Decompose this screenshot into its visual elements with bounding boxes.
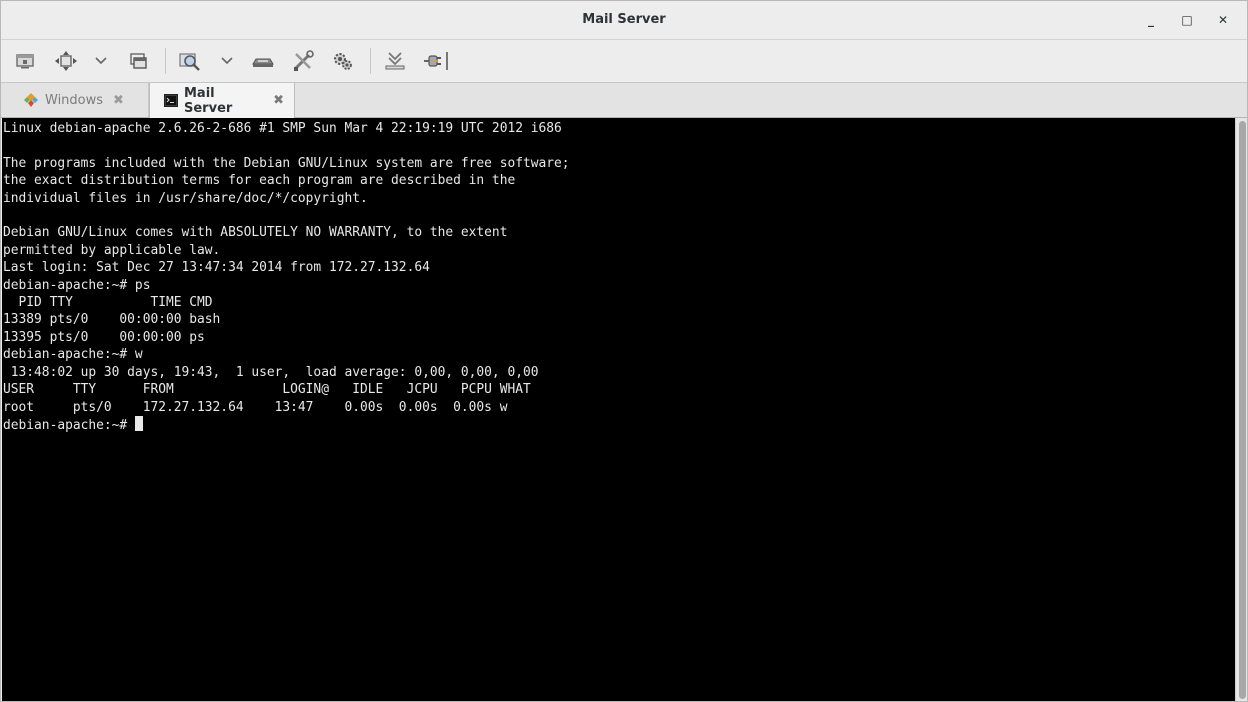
keyboard-icon[interactable]	[251, 50, 275, 72]
shell-prompt: debian-apache:~#	[3, 417, 135, 433]
tab-label: Mail Server	[184, 85, 233, 116]
text-cursor	[134, 415, 143, 431]
terminal-icon	[164, 94, 178, 107]
scrollbar-thumb[interactable]	[1239, 121, 1246, 699]
application-window: Mail Server _ □ ✕ Windows ✖ Mail Server …	[0, 0, 1248, 702]
windows-icon[interactable]	[127, 50, 149, 72]
download-icon[interactable]	[383, 50, 407, 72]
terminal-line: root pts/0 172.27.132.64 13:47 0.00s 0.0…	[3, 399, 508, 415]
toolbar-separator	[370, 48, 371, 74]
terminal-line: permitted by applicable law.	[3, 242, 221, 258]
plug-icon[interactable]	[421, 50, 451, 72]
tab-mail-server[interactable]: Mail Server ✖	[149, 83, 295, 118]
terminal-line: PID TTY TIME CMD	[3, 295, 213, 311]
move-arrows-icon[interactable]	[53, 50, 79, 72]
terminal-line: 13389 pts/0 00:00:00 bash	[3, 312, 221, 328]
title-bar[interactable]: Mail Server _ □ ✕	[1, 1, 1247, 40]
terminal-scrollbar[interactable]	[1235, 118, 1247, 701]
chevron-down-icon[interactable]	[219, 50, 235, 72]
windows-diamond-icon	[23, 92, 39, 108]
tab-bar: Windows ✖ Mail Server ✖	[1, 83, 1247, 118]
tab-close-icon[interactable]: ✖	[273, 93, 284, 108]
terminal-line: Linux debian-apache 2.6.26-2-686 #1 SMP …	[3, 121, 562, 136]
chevron-down-icon[interactable]	[93, 50, 109, 72]
terminal-text: Linux debian-apache 2.6.26-2-686 #1 SMP …	[3, 121, 570, 415]
terminal-output: Linux debian-apache 2.6.26-2-686 #1 SMP …	[2, 118, 1235, 434]
terminal-line: debian-apache:~# w	[3, 347, 143, 363]
terminal-line: USER TTY FROM LOGIN@ IDLE JCPU PCPU WHAT	[3, 382, 531, 398]
terminal-line: debian-apache:~# ps	[3, 277, 151, 293]
maximize-button[interactable]: □	[1169, 6, 1205, 34]
minimize-button[interactable]: _	[1133, 6, 1169, 34]
terminal-line: individual files in /usr/share/doc/*/cop…	[3, 190, 368, 206]
monitor-icon[interactable]	[13, 50, 37, 72]
terminal-line: Debian GNU/Linux comes with ABSOLUTELY N…	[3, 225, 508, 241]
terminal-view[interactable]: Linux debian-apache 2.6.26-2-686 #1 SMP …	[2, 118, 1235, 701]
toolbar-separator	[165, 48, 166, 74]
close-button[interactable]: ✕	[1205, 6, 1241, 34]
zoom-icon[interactable]	[178, 50, 202, 72]
terminal-line: 13395 pts/0 00:00:00 ps	[3, 329, 205, 345]
settings-gear-icon[interactable]	[331, 50, 355, 72]
tab-label: Windows	[45, 92, 104, 108]
terminal-line: the exact distribution terms for each pr…	[3, 173, 516, 189]
terminal-line: Last login: Sat Dec 27 13:47:34 2014 fro…	[3, 260, 430, 276]
tools-icon[interactable]	[291, 50, 315, 72]
tab-windows[interactable]: Windows ✖	[1, 83, 149, 117]
window-controls: _ □ ✕	[1133, 6, 1241, 34]
terminal-line: 13:48:02 up 30 days, 19:43, 1 user, load…	[3, 364, 539, 380]
toolbar	[1, 40, 1247, 83]
terminal-line: The programs included with the Debian GN…	[3, 155, 570, 171]
tab-close-icon[interactable]: ✖	[113, 93, 124, 108]
window-title: Mail Server	[582, 12, 666, 27]
